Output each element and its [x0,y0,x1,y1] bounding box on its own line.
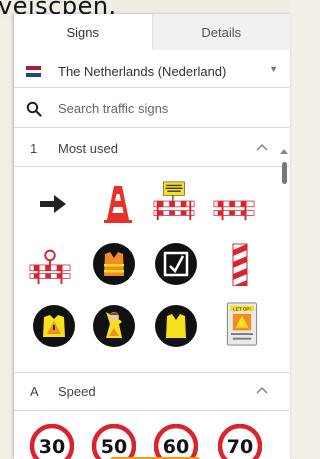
svg-text:30: 30 [39,436,65,458]
info-board-sign-icon[interactable]: LET OP! [220,302,264,346]
arrow-right-sign-icon[interactable] [32,182,76,226]
traffic-cone-sign-icon[interactable] [96,182,140,226]
speed-limit-60-sign-icon[interactable]: 60 [154,424,198,459]
scrollbar-thumb[interactable] [282,162,287,184]
warning-vest-sign-icon[interactable] [32,304,76,348]
orange-vest-sign-icon[interactable] [92,242,136,286]
section-title: Speed [58,384,96,399]
svg-text:LET OP!: LET OP! [233,306,250,311]
section-key: A [30,384,39,399]
section-header-most-used[interactable]: 1 Most used [14,130,290,166]
tab-bar: Signs Details [14,14,290,50]
speed-limit-70-sign-icon[interactable]: 70 [218,424,262,459]
speed-limit-50-sign-icon[interactable]: 50 [92,424,136,459]
speed-limit-30-sign-icon[interactable]: 30 [30,424,74,459]
check-box-sign-icon[interactable] [154,242,198,286]
barrier-sign-icon[interactable] [212,180,256,224]
worker-sign-icon[interactable] [92,304,136,348]
search-bar[interactable]: Search traffic signs [14,90,290,128]
divider [14,410,290,411]
bollard-sign-icon[interactable] [218,242,262,286]
divider [14,166,290,167]
section-key: 1 [30,141,38,156]
svg-text:70: 70 [227,436,253,458]
chevron-up-icon[interactable] [256,386,268,394]
section-title: Most used [58,141,118,156]
country-select[interactable]: The Netherlands (Nederland) ▼ [14,54,290,88]
barrier-with-lamp-sign-icon[interactable] [28,242,72,286]
barrier-with-board-sign-icon[interactable] [152,180,196,224]
svg-text:60: 60 [163,436,189,458]
scroll-up-arrow-icon[interactable] [280,149,288,154]
country-label: The Netherlands (Nederland) [58,64,227,79]
section-header-speed[interactable]: A Speed [14,373,290,409]
dropdown-caret-icon: ▼ [269,64,278,74]
search-input[interactable]: Search traffic signs [58,101,168,116]
sign-picker-panel: Signs Details The Netherlands (Nederland… [14,14,290,459]
netherlands-flag-icon [26,66,41,77]
svg-text:50: 50 [101,436,127,458]
yellow-vest-sign-icon[interactable] [154,304,198,348]
tab-details[interactable]: Details [151,14,290,50]
chevron-up-icon[interactable] [256,143,268,151]
tab-signs[interactable]: Signs [14,14,152,50]
search-icon [26,101,42,117]
